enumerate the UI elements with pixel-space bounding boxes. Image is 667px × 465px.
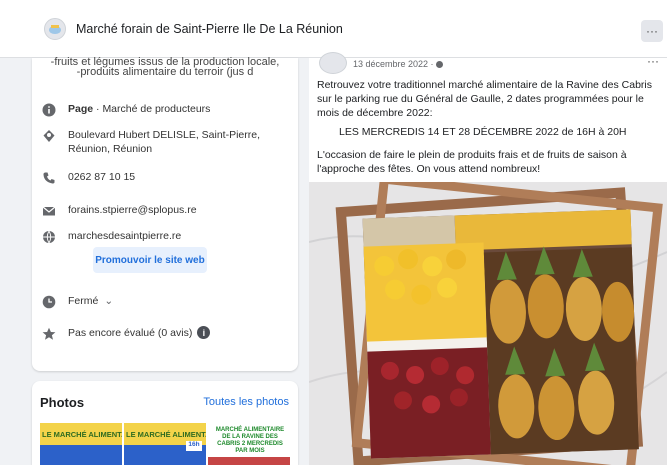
page-header: Marché forain de Saint-Pierre Ile De La …	[0, 0, 667, 58]
post-image[interactable]	[309, 182, 667, 465]
page-name[interactable]: Marché forain de Saint-Pierre Ile De La …	[76, 22, 343, 36]
fruit-stall-photo	[309, 182, 667, 465]
category-prefix: Page	[68, 103, 94, 115]
post-paragraph-2: LES MERCREDIS 14 ET 28 DÉCEMBRE 2022 de …	[339, 126, 627, 138]
category-row: Page · Marché de producteurs	[40, 102, 290, 118]
thumbnail-tag: 16h	[186, 441, 202, 451]
hours-status[interactable]: Fermé	[68, 294, 98, 308]
more-options-button[interactable]: ···	[641, 20, 663, 42]
rating-text: Pas encore évalué (0 avis)	[68, 327, 193, 339]
clock-icon	[40, 294, 58, 310]
rating-row: Pas encore évalué (0 avis) i	[40, 326, 290, 342]
post-paragraph-3: L'occasion de faire le plein de produits…	[317, 149, 627, 175]
location-pin-icon	[40, 128, 58, 144]
photos-card: Photos Toutes les photos LE MARCHÉ ALIME…	[32, 381, 298, 465]
page-avatar[interactable]	[44, 17, 66, 40]
category-text: · Marché de producteurs	[93, 103, 211, 115]
intro-text-line-2: -produits alimentaire du terroir (jus d	[76, 66, 254, 78]
phone-row: 0262 87 10 15	[40, 170, 290, 186]
email-address[interactable]: forains.stpierre@splopus.re	[68, 203, 197, 217]
phone-number[interactable]: 0262 87 10 15	[68, 170, 135, 184]
photo-thumbnail[interactable]: MARCHÉ ALIMENTAIRE DE LA RAVINE DES CABR…	[208, 423, 290, 465]
website-link[interactable]: marchesdesaintpierre.re	[68, 229, 181, 243]
rating-info-icon[interactable]: i	[197, 326, 211, 339]
post-more-options[interactable]: ···	[647, 54, 659, 68]
star-icon	[40, 326, 58, 342]
globe-icon	[436, 61, 444, 69]
email-icon	[40, 203, 58, 219]
intro-card: -fruits et légumes issus de la productio…	[32, 56, 298, 371]
post-timestamp[interactable]: 13 décembre 2022 ·	[353, 59, 444, 69]
see-all-photos-link[interactable]: Toutes les photos	[203, 396, 289, 408]
info-icon	[40, 102, 58, 118]
website-row: marchesdesaintpierre.re	[40, 229, 290, 245]
phone-icon	[40, 170, 58, 186]
post-author-avatar[interactable]	[319, 52, 347, 74]
post-paragraph-1: Retrouvez votre traditionnel marché alim…	[317, 79, 652, 119]
promote-website-button[interactable]: Promouvoir le site web	[93, 247, 207, 273]
address-row: Boulevard Hubert DELISLE, Saint-Pierre, …	[40, 128, 290, 156]
photo-thumbnail[interactable]: LE MARCHÉ ALIMENTAIRE 16h	[124, 423, 206, 465]
globe-icon	[40, 229, 58, 245]
thumbnail-caption: LE MARCHÉ ALIMENTAIRE	[42, 430, 122, 439]
chevron-down-icon[interactable]: ⌄	[104, 294, 113, 308]
thumbnail-caption: MARCHÉ ALIMENTAIRE DE LA RAVINE DES CABR…	[215, 427, 285, 454]
photos-title: Photos	[40, 395, 85, 410]
address-text: Boulevard Hubert DELISLE, Saint-Pierre, …	[68, 129, 261, 155]
hours-row[interactable]: Fermé ⌄	[40, 294, 290, 310]
market-logo-icon	[49, 24, 61, 34]
email-row: forains.stpierre@splopus.re	[40, 203, 290, 219]
photo-thumbnail[interactable]: LE MARCHÉ ALIMENTAIRE	[40, 423, 122, 465]
thumbnail-caption: LE MARCHÉ ALIMENTAIRE	[126, 430, 206, 439]
